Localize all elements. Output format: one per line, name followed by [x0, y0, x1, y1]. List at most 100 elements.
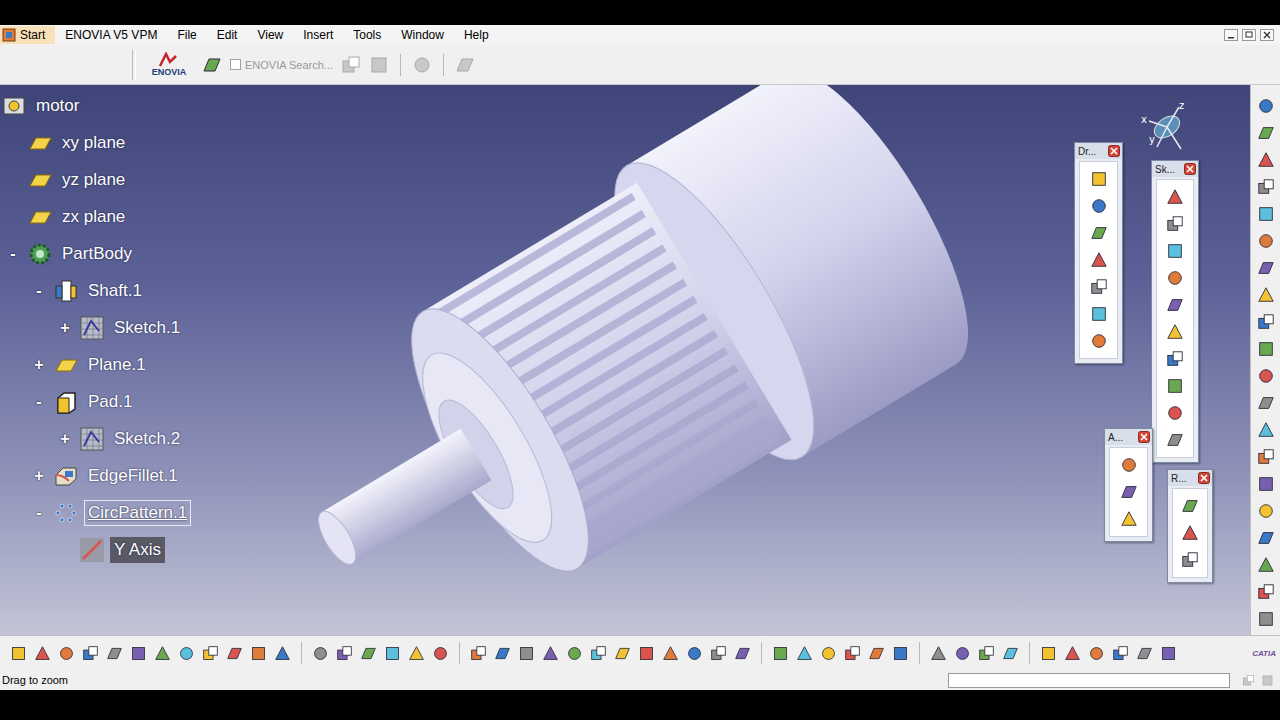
tool-icon[interactable]	[892, 645, 909, 662]
tool-icon[interactable]	[1257, 556, 1275, 574]
tree-item[interactable]: +Plane.1	[0, 346, 191, 383]
tree-item[interactable]: yz plane	[0, 161, 191, 198]
tree-item[interactable]: zx plane	[0, 198, 191, 235]
tool-icon[interactable]	[930, 645, 947, 662]
tool-icon[interactable]	[1166, 215, 1184, 233]
tool-icon[interactable]	[1166, 323, 1184, 341]
tool-icon[interactable]	[1090, 224, 1108, 242]
tool-icon[interactable]	[590, 645, 607, 662]
tool-icon[interactable]	[820, 645, 837, 662]
tool-icon[interactable]	[10, 645, 27, 662]
tool-icon[interactable]	[106, 645, 123, 662]
tool-icon[interactable]	[662, 645, 679, 662]
tree-item[interactable]: -Shaft.1	[0, 272, 191, 309]
tool-icon[interactable]	[1166, 350, 1184, 368]
restore-icon[interactable]	[1242, 29, 1256, 41]
enovia-search[interactable]: ENOVIA Search...	[230, 59, 333, 71]
tool-icon[interactable]	[470, 645, 487, 662]
tree-toggle[interactable]: +	[32, 357, 46, 373]
tool-icon[interactable]	[1166, 404, 1184, 422]
close-icon[interactable]	[1260, 29, 1274, 41]
tool-icon[interactable]	[1120, 483, 1138, 501]
tool-icon[interactable]	[369, 55, 389, 75]
tool-icon[interactable]	[772, 645, 789, 662]
tool-icon[interactable]	[1257, 151, 1275, 169]
tool-icon[interactable]	[1257, 367, 1275, 385]
tool-icon[interactable]	[1090, 251, 1108, 269]
menu-item[interactable]: View	[247, 26, 293, 44]
tool-icon[interactable]	[154, 645, 171, 662]
tool-icon[interactable]	[250, 645, 267, 662]
tool-icon[interactable]	[336, 645, 353, 662]
tree-toggle[interactable]: -	[32, 283, 46, 299]
tool-icon[interactable]	[312, 645, 329, 662]
motor-model[interactable]	[0, 85, 1250, 635]
tool-icon[interactable]	[710, 645, 727, 662]
tool-icon[interactable]	[178, 645, 195, 662]
tool-icon[interactable]	[1090, 332, 1108, 350]
toolbar-title[interactable]: R...	[1168, 470, 1212, 486]
tool-icon[interactable]	[1257, 286, 1275, 304]
minimize-icon[interactable]	[1224, 29, 1238, 41]
tool-icon[interactable]	[1090, 305, 1108, 323]
tool-icon[interactable]	[202, 55, 222, 75]
tool-icon[interactable]	[1166, 188, 1184, 206]
tool-icon[interactable]	[494, 645, 511, 662]
tree-toggle[interactable]: +	[32, 468, 46, 484]
tool-icon[interactable]	[1181, 551, 1199, 569]
tool-icon[interactable]	[1257, 421, 1275, 439]
tree-item[interactable]: xy plane	[0, 124, 191, 161]
tool-icon[interactable]	[1166, 269, 1184, 287]
tool-icon[interactable]	[1257, 502, 1275, 520]
tool-icon[interactable]	[614, 645, 631, 662]
tree-toggle[interactable]: -	[32, 394, 46, 410]
tool-icon[interactable]	[412, 55, 432, 75]
tree-item[interactable]: Y Axis	[0, 531, 191, 568]
tool-icon[interactable]	[384, 645, 401, 662]
tool-icon[interactable]	[455, 55, 475, 75]
close-icon[interactable]	[1198, 472, 1210, 484]
tree-item[interactable]: -CircPattern.1	[0, 494, 191, 531]
tool-icon[interactable]	[1088, 645, 1105, 662]
tree-label[interactable]: zx plane	[58, 204, 129, 230]
command-field[interactable]	[948, 673, 1230, 688]
menu-item[interactable]: Start	[0, 26, 55, 44]
tool-icon[interactable]	[1002, 645, 1019, 662]
tool-icon[interactable]	[566, 645, 583, 662]
toolbar-title[interactable]: Dr...	[1075, 143, 1122, 159]
floating-toolbar[interactable]: A...	[1104, 428, 1153, 542]
tool-icon[interactable]	[1166, 377, 1184, 395]
tool-icon[interactable]	[1257, 124, 1275, 142]
tree-label[interactable]: xy plane	[58, 130, 129, 156]
tree-label[interactable]: yz plane	[58, 167, 129, 193]
menu-item[interactable]: File	[167, 26, 206, 44]
tree-toggle[interactable]: -	[6, 246, 20, 262]
toolbar-title[interactable]: A...	[1105, 429, 1152, 445]
tool-icon[interactable]	[1257, 259, 1275, 277]
floating-toolbar[interactable]: R...	[1167, 469, 1213, 583]
close-icon[interactable]	[1184, 163, 1196, 175]
tool-icon[interactable]	[1120, 510, 1138, 528]
tool-icon[interactable]	[1257, 340, 1275, 358]
tool-icon[interactable]	[1242, 674, 1255, 687]
tool-icon[interactable]	[868, 645, 885, 662]
tool-icon[interactable]	[1120, 456, 1138, 474]
tool-icon[interactable]	[226, 645, 243, 662]
tree-item[interactable]: -Pad.1	[0, 383, 191, 420]
tool-icon[interactable]	[1257, 394, 1275, 412]
menu-item[interactable]: Window	[391, 26, 454, 44]
tool-icon[interactable]	[202, 645, 219, 662]
tree-label[interactable]: EdgeFillet.1	[84, 463, 182, 489]
tool-icon[interactable]	[432, 645, 449, 662]
menu-item[interactable]: Tools	[343, 26, 391, 44]
tool-icon[interactable]	[638, 645, 655, 662]
tool-icon[interactable]	[1257, 97, 1275, 115]
tool-icon[interactable]	[1257, 529, 1275, 547]
tool-icon[interactable]	[1090, 197, 1108, 215]
tool-icon[interactable]	[1257, 232, 1275, 250]
tool-icon[interactable]	[1166, 431, 1184, 449]
toolbar-grip[interactable]	[132, 50, 136, 80]
tree-toggle[interactable]: +	[58, 320, 72, 336]
tool-icon[interactable]	[1166, 296, 1184, 314]
tool-icon[interactable]	[844, 645, 861, 662]
